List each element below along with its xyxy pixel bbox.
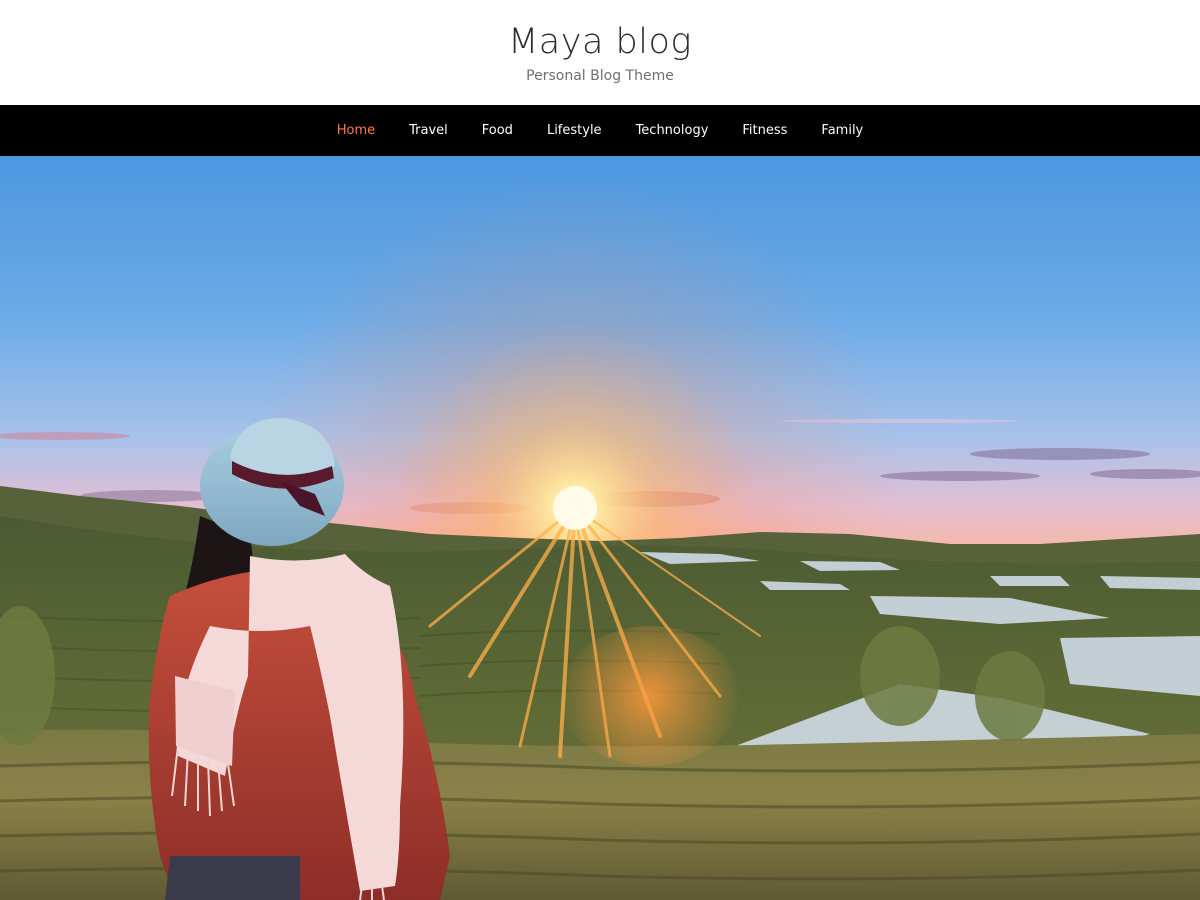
nav-item-travel[interactable]: Travel <box>392 105 465 156</box>
lens-flare <box>560 626 740 766</box>
hero-banner <box>0 156 1200 900</box>
nav-item-fitness[interactable]: Fitness <box>725 105 804 156</box>
nav-item-family[interactable]: Family <box>804 105 880 156</box>
main-navigation: Home Travel Food Lifestyle Technology Fi… <box>0 105 1200 156</box>
sun <box>553 486 597 530</box>
nav-menu: Home Travel Food Lifestyle Technology Fi… <box>0 105 1200 156</box>
nav-item-food[interactable]: Food <box>465 105 530 156</box>
hero-image <box>0 156 1200 900</box>
site-tagline: Personal Blog Theme <box>526 68 674 84</box>
site-title[interactable]: Maya blog <box>0 19 1200 65</box>
nav-item-home[interactable]: Home <box>320 105 392 156</box>
site-header: Maya blog Personal Blog Theme <box>0 0 1200 105</box>
nav-item-technology[interactable]: Technology <box>619 105 726 156</box>
nav-item-lifestyle[interactable]: Lifestyle <box>530 105 619 156</box>
